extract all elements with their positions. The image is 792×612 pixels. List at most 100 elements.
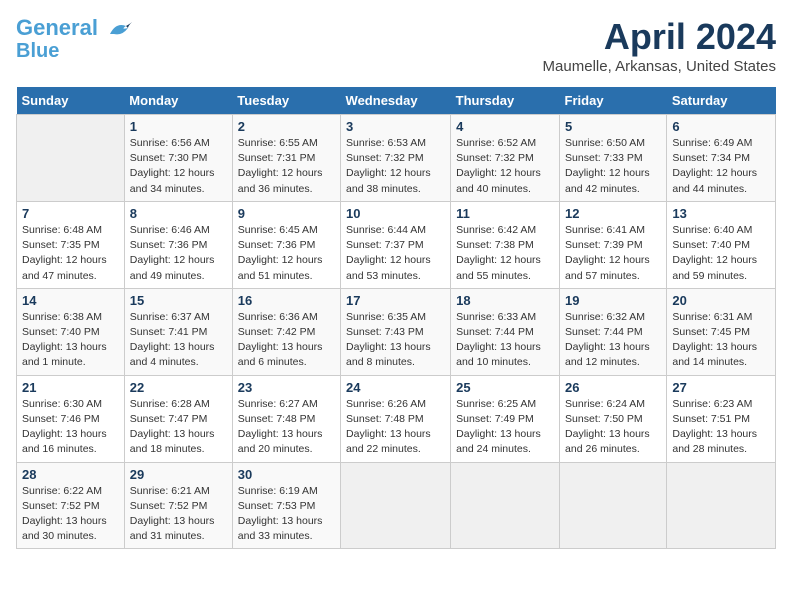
calendar-week-2: 7 Sunrise: 6:48 AMSunset: 7:35 PMDaylight… (17, 201, 776, 288)
day-number: 16 (238, 293, 335, 308)
calendar-week-1: 1 Sunrise: 6:56 AMSunset: 7:30 PMDaylight… (17, 115, 776, 202)
logo-text: General (16, 16, 134, 40)
calendar-cell (451, 462, 560, 549)
day-info: Sunrise: 6:56 AMSunset: 7:30 PMDaylight:… (130, 137, 215, 195)
calendar-cell (341, 462, 451, 549)
calendar-cell (17, 115, 125, 202)
day-number: 7 (22, 206, 119, 221)
day-info: Sunrise: 6:33 AMSunset: 7:44 PMDaylight:… (456, 311, 541, 369)
calendar-cell: 5 Sunrise: 6:50 AMSunset: 7:33 PMDaylight… (560, 115, 667, 202)
logo-blue: Blue (16, 40, 59, 62)
day-info: Sunrise: 6:49 AMSunset: 7:34 PMDaylight:… (672, 137, 757, 195)
day-info: Sunrise: 6:30 AMSunset: 7:46 PMDaylight:… (22, 398, 107, 456)
calendar-cell: 20Sunrise: 6:31 AMSunset: 7:45 PMDayligh… (667, 288, 776, 375)
day-info: Sunrise: 6:27 AMSunset: 7:48 PMDaylight:… (238, 398, 323, 456)
day-info: Sunrise: 6:23 AMSunset: 7:51 PMDaylight:… (672, 398, 757, 456)
day-number: 29 (130, 467, 227, 482)
day-header-tuesday: Tuesday (232, 87, 340, 115)
calendar-cell: 18 Sunrise: 6:33 AMSunset: 7:44 PMDayligh… (451, 288, 560, 375)
day-info: Sunrise: 6:32 AMSunset: 7:44 PMDaylight:… (565, 311, 650, 369)
day-number: 28 (22, 467, 119, 482)
calendar-cell: 16 Sunrise: 6:36 AMSunset: 7:42 PMDayligh… (232, 288, 340, 375)
calendar-cell: 30 Sunrise: 6:19 AMSunset: 7:53 PMDayligh… (232, 462, 340, 549)
day-header-sunday: Sunday (17, 87, 125, 115)
day-number: 8 (130, 206, 227, 221)
day-number: 30 (238, 467, 335, 482)
day-number: 18 (456, 293, 554, 308)
calendar-cell: 1 Sunrise: 6:56 AMSunset: 7:30 PMDaylight… (124, 115, 232, 202)
day-info: Sunrise: 6:50 AMSunset: 7:33 PMDaylight:… (565, 137, 650, 195)
day-number: 1 (130, 119, 227, 134)
calendar-cell: 28 Sunrise: 6:22 AMSunset: 7:52 PMDayligh… (17, 462, 125, 549)
title-block: April 2024 Maumelle, Arkansas, United St… (543, 16, 776, 75)
calendar-cell: 24 Sunrise: 6:26 AMSunset: 7:48 PMDayligh… (341, 375, 451, 462)
page-title: April 2024 (543, 16, 776, 58)
day-info: Sunrise: 6:44 AMSunset: 7:37 PMDaylight:… (346, 224, 431, 282)
calendar-cell: 3 Sunrise: 6:53 AMSunset: 7:32 PMDaylight… (341, 115, 451, 202)
calendar-cell: 14 Sunrise: 6:38 AMSunset: 7:40 PMDayligh… (17, 288, 125, 375)
day-number: 3 (346, 119, 445, 134)
day-number: 13 (672, 206, 770, 221)
calendar-cell: 27 Sunrise: 6:23 AMSunset: 7:51 PMDayligh… (667, 375, 776, 462)
day-number: 17 (346, 293, 445, 308)
day-header-friday: Friday (560, 87, 667, 115)
calendar-table: SundayMondayTuesdayWednesdayThursdayFrid… (16, 87, 776, 549)
calendar-cell: 23Sunrise: 6:27 AMSunset: 7:48 PMDayligh… (232, 375, 340, 462)
day-number: 5 (565, 119, 661, 134)
day-info: Sunrise: 6:19 AMSunset: 7:53 PMDaylight:… (238, 485, 323, 543)
day-number: 10 (346, 206, 445, 221)
day-header-monday: Monday (124, 87, 232, 115)
day-info: Sunrise: 6:26 AMSunset: 7:48 PMDaylight:… (346, 398, 431, 456)
day-info: Sunrise: 6:37 AMSunset: 7:41 PMDaylight:… (130, 311, 215, 369)
day-number: 24 (346, 380, 445, 395)
calendar-cell: 11Sunrise: 6:42 AMSunset: 7:38 PMDayligh… (451, 201, 560, 288)
day-number: 11 (456, 206, 554, 221)
day-info: Sunrise: 6:46 AMSunset: 7:36 PMDaylight:… (130, 224, 215, 282)
day-number: 14 (22, 293, 119, 308)
day-info: Sunrise: 6:52 AMSunset: 7:32 PMDaylight:… (456, 137, 541, 195)
page-header: General Blue April 2024 Maumelle, Arkans… (16, 16, 776, 75)
calendar-cell: 7 Sunrise: 6:48 AMSunset: 7:35 PMDaylight… (17, 201, 125, 288)
day-number: 25 (456, 380, 554, 395)
calendar-week-3: 14 Sunrise: 6:38 AMSunset: 7:40 PMDayligh… (17, 288, 776, 375)
day-number: 9 (238, 206, 335, 221)
day-info: Sunrise: 6:21 AMSunset: 7:52 PMDaylight:… (130, 485, 215, 543)
day-info: Sunrise: 6:55 AMSunset: 7:31 PMDaylight:… (238, 137, 323, 195)
day-info: Sunrise: 6:25 AMSunset: 7:49 PMDaylight:… (456, 398, 541, 456)
day-info: Sunrise: 6:35 AMSunset: 7:43 PMDaylight:… (346, 311, 431, 369)
day-info: Sunrise: 6:45 AMSunset: 7:36 PMDaylight:… (238, 224, 323, 282)
day-info: Sunrise: 6:31 AMSunset: 7:45 PMDaylight:… (672, 311, 757, 369)
calendar-cell: 10 Sunrise: 6:44 AMSunset: 7:37 PMDayligh… (341, 201, 451, 288)
day-info: Sunrise: 6:28 AMSunset: 7:47 PMDaylight:… (130, 398, 215, 456)
calendar-cell: 29 Sunrise: 6:21 AMSunset: 7:52 PMDayligh… (124, 462, 232, 549)
day-number: 22 (130, 380, 227, 395)
day-number: 12 (565, 206, 661, 221)
day-info: Sunrise: 6:40 AMSunset: 7:40 PMDaylight:… (672, 224, 757, 282)
calendar-cell: 4 Sunrise: 6:52 AMSunset: 7:32 PMDaylight… (451, 115, 560, 202)
calendar-cell: 8 Sunrise: 6:46 AMSunset: 7:36 PMDaylight… (124, 201, 232, 288)
calendar-week-4: 21Sunrise: 6:30 AMSunset: 7:46 PMDayligh… (17, 375, 776, 462)
calendar-cell (560, 462, 667, 549)
day-info: Sunrise: 6:53 AMSunset: 7:32 PMDaylight:… (346, 137, 431, 195)
calendar-cell: 15Sunrise: 6:37 AMSunset: 7:41 PMDayligh… (124, 288, 232, 375)
calendar-week-5: 28 Sunrise: 6:22 AMSunset: 7:52 PMDayligh… (17, 462, 776, 549)
day-header-saturday: Saturday (667, 87, 776, 115)
day-info: Sunrise: 6:48 AMSunset: 7:35 PMDaylight:… (22, 224, 107, 282)
calendar-cell: 9 Sunrise: 6:45 AMSunset: 7:36 PMDaylight… (232, 201, 340, 288)
day-number: 19 (565, 293, 661, 308)
day-number: 27 (672, 380, 770, 395)
day-number: 6 (672, 119, 770, 134)
day-info: Sunrise: 6:36 AMSunset: 7:42 PMDaylight:… (238, 311, 323, 369)
day-info: Sunrise: 6:38 AMSunset: 7:40 PMDaylight:… (22, 311, 107, 369)
calendar-cell: 17 Sunrise: 6:35 AMSunset: 7:43 PMDayligh… (341, 288, 451, 375)
page-subtitle: Maumelle, Arkansas, United States (543, 58, 776, 75)
day-info: Sunrise: 6:24 AMSunset: 7:50 PMDaylight:… (565, 398, 650, 456)
day-number: 4 (456, 119, 554, 134)
calendar-cell: 6 Sunrise: 6:49 AMSunset: 7:34 PMDaylight… (667, 115, 776, 202)
calendar-cell (667, 462, 776, 549)
day-header-wednesday: Wednesday (341, 87, 451, 115)
day-info: Sunrise: 6:22 AMSunset: 7:52 PMDaylight:… (22, 485, 107, 543)
calendar-cell: 2Sunrise: 6:55 AMSunset: 7:31 PMDaylight… (232, 115, 340, 202)
calendar-cell: 22 Sunrise: 6:28 AMSunset: 7:47 PMDayligh… (124, 375, 232, 462)
day-info: Sunrise: 6:41 AMSunset: 7:39 PMDaylight:… (565, 224, 650, 282)
